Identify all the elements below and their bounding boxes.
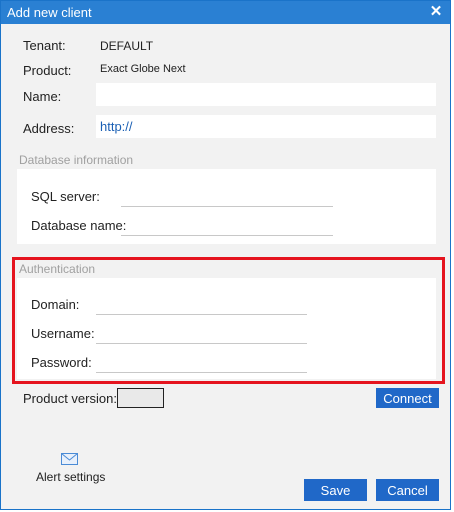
alert-settings-label[interactable]: Alert settings xyxy=(36,470,105,484)
product-version-box xyxy=(117,388,164,408)
database-name-input[interactable] xyxy=(121,217,333,236)
authentication-highlight-frame xyxy=(12,257,445,384)
envelope-icon[interactable] xyxy=(61,453,78,465)
product-label: Product: xyxy=(23,63,72,78)
add-client-dialog: Add new client ✕ Tenant: DEFAULT Product… xyxy=(0,0,451,510)
connect-button[interactable]: Connect xyxy=(376,388,439,408)
sql-server-input[interactable] xyxy=(121,188,333,207)
tenant-value: DEFAULT xyxy=(100,39,154,53)
database-section-title: Database information xyxy=(19,153,134,167)
database-panel: SQL server: Database name: xyxy=(17,169,436,244)
name-input[interactable] xyxy=(96,83,436,106)
save-button[interactable]: Save xyxy=(304,479,367,501)
address-input[interactable] xyxy=(96,115,436,138)
close-icon[interactable]: ✕ xyxy=(428,3,444,21)
window-title: Add new client xyxy=(7,5,92,20)
address-label: Address: xyxy=(23,121,75,136)
sql-server-label: SQL server: xyxy=(31,189,100,204)
product-value: Exact Globe Next xyxy=(100,63,186,75)
product-version-label: Product version: xyxy=(23,391,117,406)
title-bar: Add new client ✕ xyxy=(1,1,450,24)
database-name-label: Database name: xyxy=(31,218,127,233)
name-label: Name: xyxy=(23,89,62,104)
tenant-label: Tenant: xyxy=(23,38,66,53)
cancel-button[interactable]: Cancel xyxy=(376,479,439,501)
